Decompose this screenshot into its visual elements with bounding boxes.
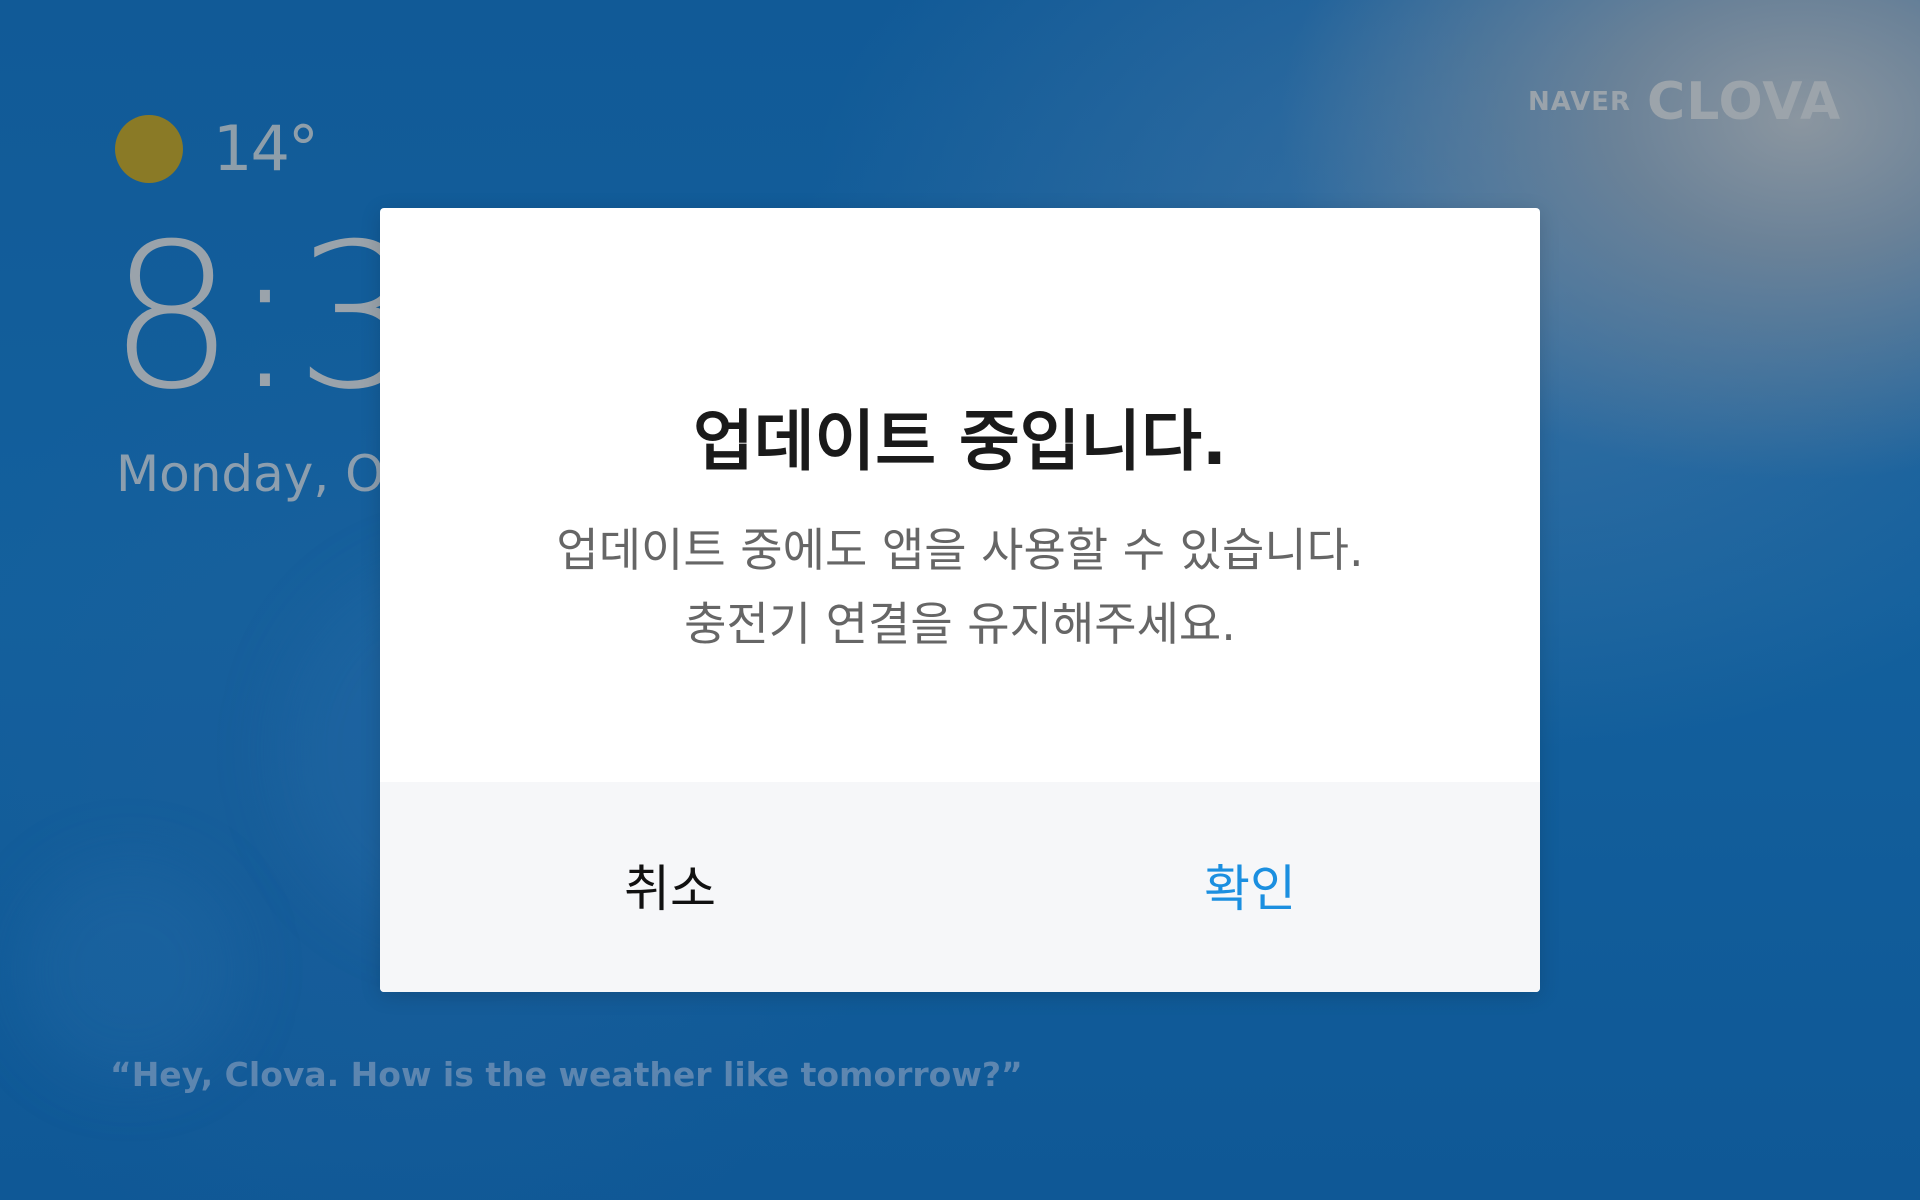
- confirm-button[interactable]: 확인: [960, 782, 1540, 992]
- dialog-body: 업데이트 중입니다. 업데이트 중에도 앱을 사용할 수 있습니다. 충전기 연…: [380, 208, 1540, 782]
- dialog-message: 업데이트 중에도 앱을 사용할 수 있습니다. 충전기 연결을 유지해주세요.: [380, 513, 1540, 661]
- dialog-message-line: 충전기 연결을 유지해주세요.: [684, 597, 1236, 651]
- dialog-message-line: 업데이트 중에도 앱을 사용할 수 있습니다.: [556, 523, 1364, 577]
- update-dialog: 업데이트 중입니다. 업데이트 중에도 앱을 사용할 수 있습니다. 충전기 연…: [380, 208, 1540, 992]
- cancel-button[interactable]: 취소: [380, 782, 960, 992]
- dialog-footer: 취소 확인: [380, 782, 1540, 992]
- home-screen: 14° 8:3 Monday, Oc “Hey, Clova. How is t…: [0, 0, 1920, 1200]
- dialog-overlay: 업데이트 중입니다. 업데이트 중에도 앱을 사용할 수 있습니다. 충전기 연…: [0, 0, 1920, 1200]
- dialog-title: 업데이트 중입니다.: [693, 403, 1227, 480]
